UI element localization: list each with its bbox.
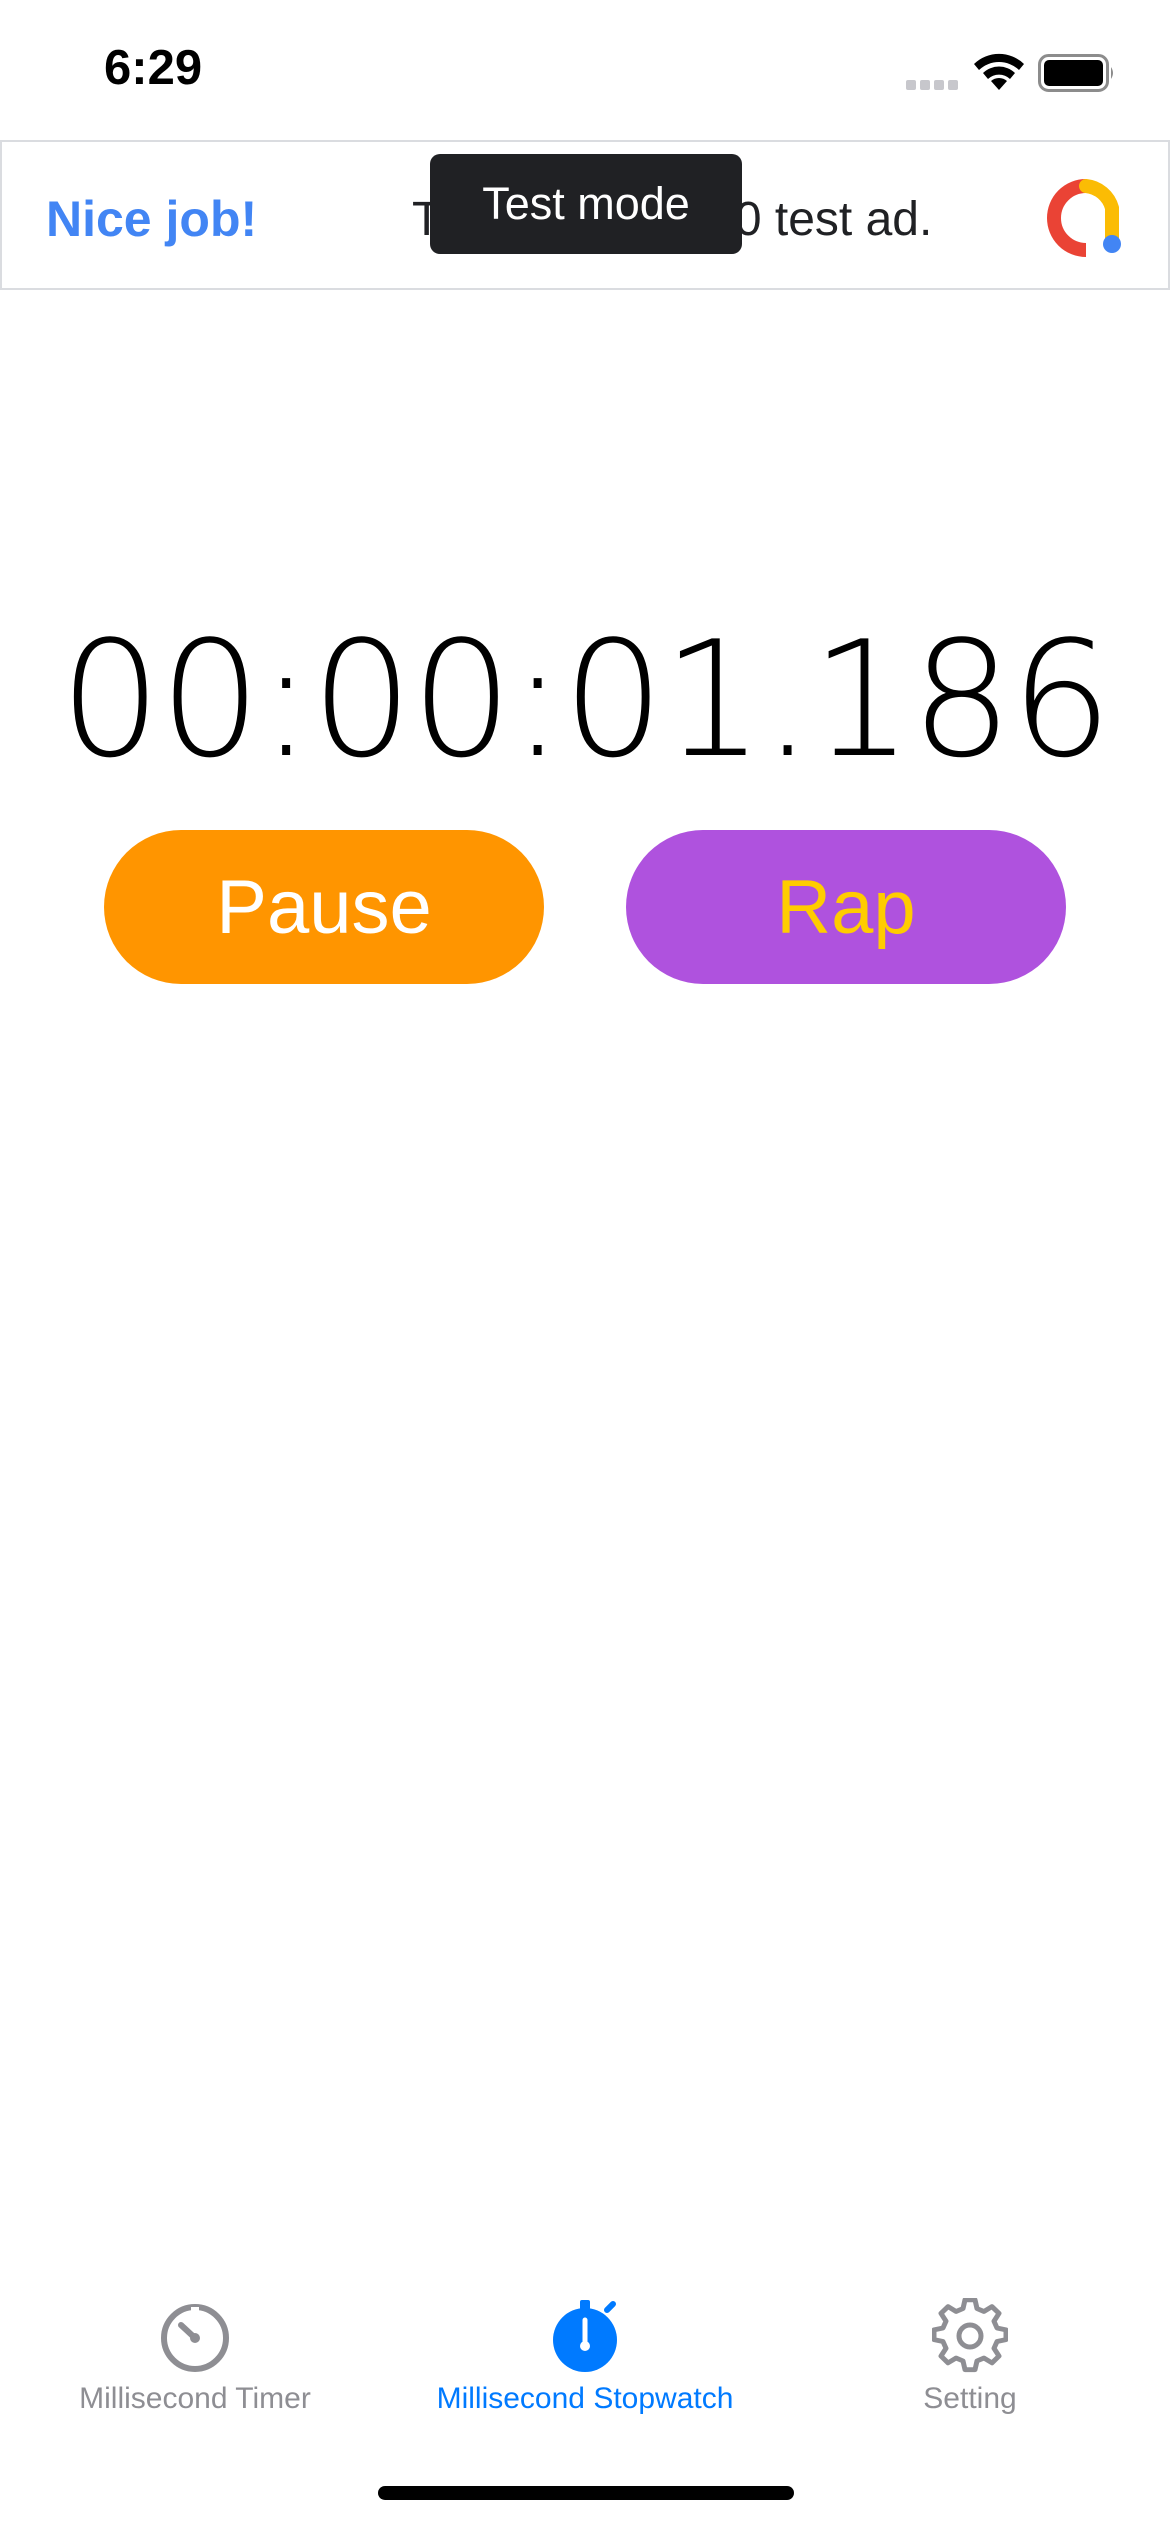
home-indicator[interactable]: [378, 2486, 794, 2500]
tab-millisecond-timer[interactable]: Millisecond Timer: [50, 2280, 340, 2440]
tab-label: Millisecond Timer: [79, 2382, 311, 2415]
wifi-icon: [974, 53, 1024, 90]
tab-setting[interactable]: Setting: [870, 2280, 1070, 2440]
pause-button[interactable]: Pause: [104, 830, 544, 984]
ad-logo-icon: [1047, 179, 1121, 257]
tab-label: Setting: [923, 2382, 1017, 2415]
gear-icon: [932, 2298, 1008, 2373]
status-time: 6:29: [104, 41, 203, 95]
cellular-signal-icon: [906, 80, 961, 94]
test-mode-tooltip: Test mode: [430, 154, 742, 254]
battery-icon: [1038, 54, 1113, 92]
elapsed-time-display: 00:00:01.186: [59, 606, 1113, 793]
stopwatch-screen: 6:29 Nice job! This is a 320x50 test ad.…: [0, 0, 1170, 2532]
stopwatch-icon: [553, 2300, 617, 2372]
tab-label: Millisecond Stopwatch: [436, 2382, 734, 2415]
rap-button[interactable]: Rap: [626, 830, 1066, 984]
tab-millisecond-stopwatch[interactable]: Millisecond Stopwatch: [400, 2280, 770, 2440]
timer-icon: [161, 2304, 229, 2372]
ad-headline[interactable]: Nice job!: [46, 190, 257, 248]
tab-bar: Millisecond Timer Millisecond Stopwatch …: [0, 2280, 1170, 2450]
